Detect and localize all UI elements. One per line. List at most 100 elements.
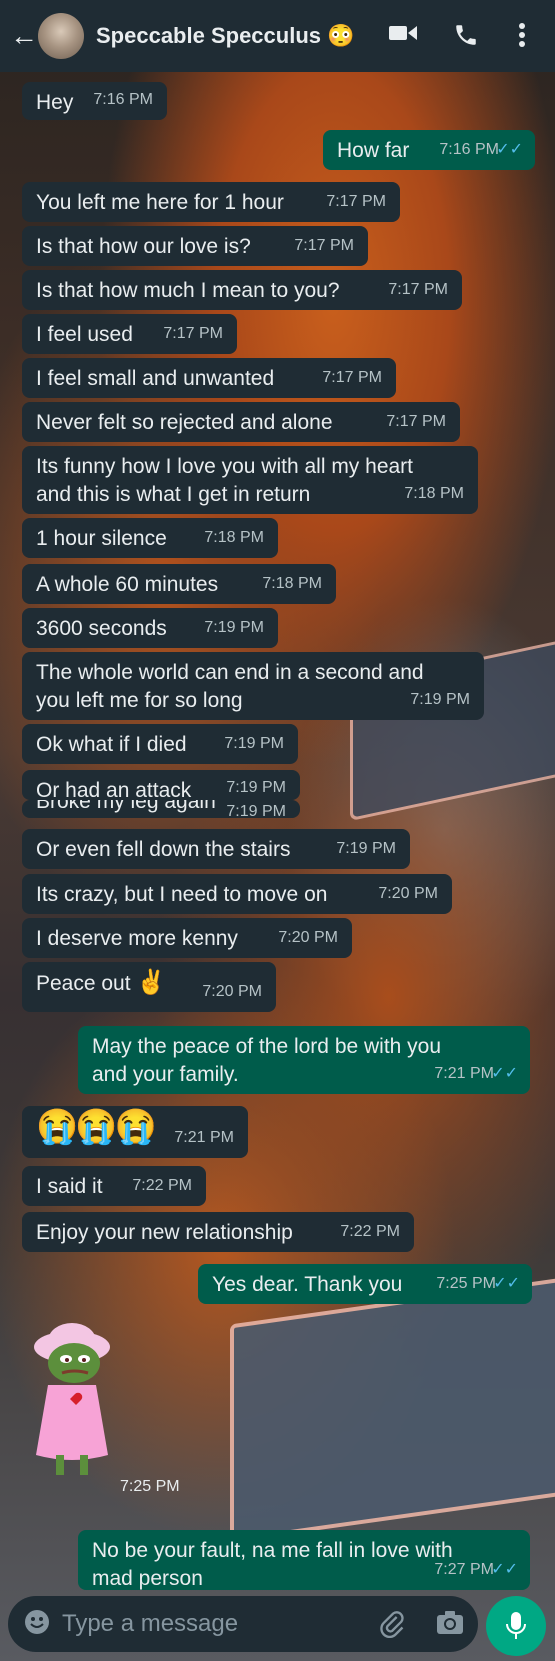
message-time: 7:19 PM	[204, 619, 264, 636]
message-incoming[interactable]: 1 hour silence 7:18 PM	[22, 518, 278, 558]
message-time: 7:21 PM	[174, 1129, 234, 1146]
message-incoming[interactable]: I feel small and unwanted 7:17 PM	[22, 358, 396, 398]
message-text: Or even fell down the stairs	[36, 838, 291, 861]
message-input[interactable]: Type a message	[8, 1596, 478, 1652]
message-incoming[interactable]: I deserve more kenny 7:20 PM	[22, 918, 352, 958]
message-time: 7:20 PM	[378, 885, 438, 902]
crying-emoji: 😭😭😭	[36, 1108, 157, 1146]
sad-frog-sticker[interactable]	[26, 1315, 118, 1485]
message-time: 7:18 PM	[404, 485, 464, 502]
message-incoming-cutoff[interactable]: Broke my leg again 7:19 PM	[22, 800, 300, 818]
emoji-icon[interactable]	[24, 1609, 50, 1640]
message-text: 1 hour silence	[36, 527, 167, 550]
message-text: Hey	[36, 91, 74, 114]
message-incoming[interactable]: Never felt so rejected and alone 7:17 PM	[22, 402, 460, 442]
message-text: Enjoy your new relationship	[36, 1221, 293, 1244]
message-time: 7:16 PM	[93, 91, 153, 108]
message-incoming[interactable]: Is that how our love is? 7:17 PM	[22, 226, 368, 266]
composer-bar: Type a message	[0, 1590, 555, 1661]
message-outgoing[interactable]: Yes dear. Thank you 7:25 PM ✓✓	[198, 1264, 532, 1304]
message-text: 3600 seconds	[36, 617, 167, 640]
message-time: 7:22 PM	[340, 1223, 400, 1240]
message-text: You left me here for 1 hour	[36, 191, 284, 214]
message-time: 7:27 PM	[434, 1561, 494, 1578]
avatar[interactable]	[38, 13, 84, 59]
message-text: Is that how much I mean to you?	[36, 279, 340, 302]
message-time: 7:17 PM	[388, 281, 448, 298]
message-incoming[interactable]: I said it 7:22 PM	[22, 1166, 206, 1206]
message-time: 7:16 PM	[439, 141, 499, 158]
message-incoming[interactable]: Peace out ✌️ 7:20 PM	[22, 962, 276, 1012]
double-check-icon: ✓✓	[493, 1275, 520, 1292]
message-time: 7:25 PM	[120, 1478, 180, 1495]
message-incoming[interactable]: Is that how much I mean to you? 7:17 PM	[22, 270, 462, 310]
message-text: Its crazy, but I need to move on	[36, 883, 328, 906]
message-time: 7:19 PM	[410, 691, 470, 708]
message-text: I feel used	[36, 323, 133, 346]
message-incoming[interactable]: Hey 7:16 PM	[22, 82, 167, 120]
message-time: 7:20 PM	[202, 983, 262, 1000]
message-text: and this is what I get in return	[36, 483, 311, 506]
message-text: Peace out	[36, 972, 131, 995]
message-outgoing[interactable]: How far 7:16 PM ✓✓	[323, 130, 535, 170]
message-time: 7:20 PM	[278, 929, 338, 946]
message-incoming[interactable]: The whole world can end in a second and …	[22, 652, 484, 720]
message-text: you left me for so long	[36, 689, 243, 712]
message-text: I deserve more kenny	[36, 927, 238, 950]
message-time: 7:18 PM	[262, 575, 322, 592]
message-text: A whole 60 minutes	[36, 573, 219, 596]
message-time: 7:19 PM	[226, 779, 286, 796]
message-text: Never felt so rejected and alone	[36, 411, 333, 434]
double-check-icon: ✓✓	[491, 1561, 518, 1578]
more-vert-icon[interactable]	[518, 22, 526, 55]
message-incoming[interactable]: You left me here for 1 hour 7:17 PM	[22, 182, 400, 222]
message-outgoing[interactable]: No be your fault, na me fall in love wit…	[78, 1530, 530, 1590]
message-outgoing[interactable]: May the peace of the lord be with you an…	[78, 1026, 530, 1094]
message-time: 7:17 PM	[322, 369, 382, 386]
video-call-icon[interactable]	[388, 22, 418, 51]
message-incoming[interactable]: Its funny how I love you with all my hea…	[22, 446, 478, 514]
message-time: 7:18 PM	[204, 529, 264, 546]
message-incoming[interactable]: Or had an attack 7:19 PM	[22, 770, 300, 800]
message-time: 7:19 PM	[226, 803, 286, 818]
message-text: Is that how our love is?	[36, 235, 251, 258]
contact-emoji: 😳	[327, 23, 355, 48]
message-incoming[interactable]: A whole 60 minutes 7:18 PM	[22, 564, 336, 604]
message-time: 7:19 PM	[224, 735, 284, 752]
message-time: 7:17 PM	[386, 413, 446, 430]
arrow-left-icon[interactable]: ←	[10, 20, 38, 52]
message-text: Ok what if I died	[36, 733, 187, 756]
message-time: 7:17 PM	[294, 237, 354, 254]
message-time: 7:21 PM	[434, 1065, 494, 1082]
contact-name[interactable]: Speccable Specculus	[96, 23, 321, 49]
message-placeholder: Type a message	[62, 1610, 239, 1637]
message-time: 7:25 PM	[436, 1275, 496, 1292]
double-check-icon: ✓✓	[491, 1065, 518, 1082]
message-text: May the peace of the lord be with you	[92, 1035, 442, 1058]
message-text: Yes dear. Thank you	[212, 1273, 403, 1296]
phone-icon[interactable]	[453, 22, 479, 55]
message-text: Or had an attack	[36, 779, 192, 800]
message-incoming[interactable]: Its crazy, but I need to move on 7:20 PM	[22, 874, 452, 914]
double-check-icon: ✓✓	[496, 141, 523, 158]
message-incoming[interactable]: Ok what if I died 7:19 PM	[22, 724, 298, 764]
message-text: Broke my leg again	[36, 800, 216, 813]
message-time: 7:19 PM	[336, 840, 396, 857]
message-incoming[interactable]: Enjoy your new relationship 7:22 PM	[22, 1212, 414, 1252]
chat-header: ← Speccable Specculus 😳	[0, 0, 555, 72]
paperclip-icon[interactable]	[378, 1610, 406, 1643]
message-time: 7:17 PM	[163, 325, 223, 342]
victory-hand-emoji: ✌️	[136, 969, 167, 996]
camera-icon[interactable]	[436, 1610, 464, 1641]
message-incoming[interactable]: 3600 seconds 7:19 PM	[22, 608, 278, 648]
wallpaper-fabric	[230, 1275, 555, 1543]
message-time: 7:17 PM	[326, 193, 386, 210]
message-incoming[interactable]: 😭😭😭 7:21 PM	[22, 1106, 248, 1158]
microphone-icon[interactable]	[486, 1596, 546, 1656]
message-incoming[interactable]: Or even fell down the stairs 7:19 PM	[22, 829, 410, 869]
message-text: I said it	[36, 1175, 103, 1198]
message-incoming[interactable]: I feel used 7:17 PM	[22, 314, 237, 354]
message-text: How far	[337, 139, 410, 162]
message-text: Its funny how I love you with all my hea…	[36, 455, 414, 478]
message-text: The whole world can end in a second and	[36, 661, 424, 684]
